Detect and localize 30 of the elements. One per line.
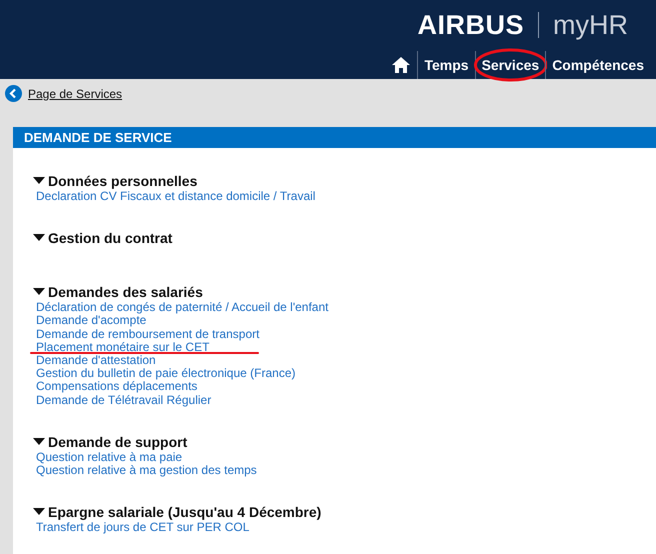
service-link[interactable]: Question relative à ma gestion des temps xyxy=(36,464,257,478)
caret-down-icon[interactable] xyxy=(33,234,45,242)
back-icon[interactable] xyxy=(5,85,22,102)
nav-tab[interactable]: Services xyxy=(474,51,546,79)
caret-down-icon[interactable] xyxy=(33,438,45,446)
service-link[interactable]: Declaration CV Fiscaux et distance domicile / Travail xyxy=(36,190,316,204)
caret-down-icon[interactable] xyxy=(33,288,45,296)
service-link[interactable]: Demande de Télétravail Régulier xyxy=(36,394,212,407)
section-heading[interactable]: Gestion du contrat xyxy=(48,230,172,246)
logo: AIRBUS xyxy=(417,10,524,40)
service-link[interactable]: Demande d'acompte xyxy=(36,314,146,328)
section-heading[interactable]: Epargne salariale (Jusqu'au 4 Décembre) xyxy=(48,504,322,520)
breadcrumb-link[interactable]: Page de Services xyxy=(28,86,122,100)
service-link[interactable]: Compensations déplacements xyxy=(36,380,198,394)
service-link[interactable]: Question relative à ma paie xyxy=(36,450,182,464)
nav-tab[interactable]: Compétences xyxy=(545,51,650,79)
section-heading[interactable]: Demandes des salariés xyxy=(48,284,203,300)
service-link[interactable]: Gestion du bulletin de paie électronique (France) xyxy=(36,367,296,380)
section-heading[interactable]: Données personnelles xyxy=(48,173,198,189)
panel-title: DEMANDE DE SERVICE xyxy=(13,127,656,148)
service-link[interactable]: Demande d'attestation xyxy=(36,354,156,368)
app-name: myHR xyxy=(553,10,628,40)
section-heading[interactable]: Demande de support xyxy=(48,434,188,450)
service-link[interactable]: Transfert de jours de CET sur PER COL xyxy=(36,521,250,534)
caret-down-icon[interactable] xyxy=(33,508,45,516)
service-link[interactable]: Placement monétaire sur le CET xyxy=(36,340,210,354)
service-link[interactable]: Demande de remboursement de transport xyxy=(36,328,260,341)
nav-tab[interactable]: Temps xyxy=(417,51,475,79)
service-link[interactable]: Déclaration de congés de paternité / Accueil de l'enfant xyxy=(36,301,328,314)
caret-down-icon[interactable] xyxy=(33,177,45,185)
